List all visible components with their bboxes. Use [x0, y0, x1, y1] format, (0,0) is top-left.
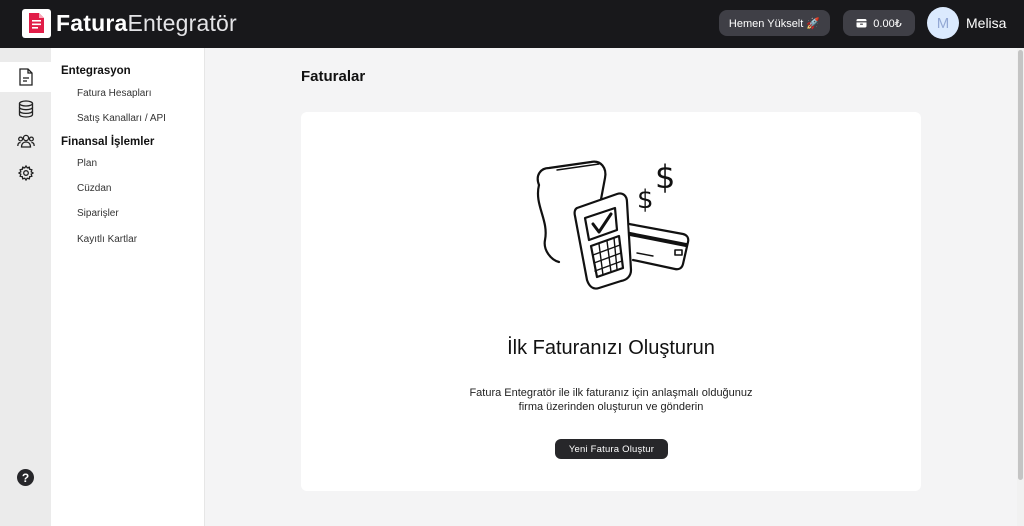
gear-icon	[17, 165, 34, 181]
empty-state-title: İlk Faturanızı Oluşturun	[507, 337, 715, 359]
rail-invoices[interactable]	[0, 62, 51, 92]
sidebar-nav: Entegrasyon Fatura Hesapları Satış Kanal…	[51, 48, 205, 526]
app-title: FaturaEntegratör	[56, 8, 237, 38]
empty-state-description: Fatura Entegratör ile ilk faturanız için…	[451, 386, 771, 414]
rail-integrations[interactable]	[0, 94, 51, 124]
create-invoice-button[interactable]: Yeni Fatura Oluştur	[555, 439, 668, 459]
avatar[interactable]: M	[927, 7, 959, 39]
empty-state-description-line-1: Fatura Entegratör ile ilk faturanız için…	[469, 387, 753, 399]
svg-text:$: $	[655, 158, 675, 196]
payment-terminal-illustration: $ $	[536, 158, 690, 290]
help-glyph: ?	[21, 470, 30, 485]
empty-state-description-line-2: firma üzerinden oluşturun ve gönderin	[518, 401, 704, 413]
wallet-balance: 0.00₺	[873, 17, 902, 30]
sidebar-item-siparisler[interactable]: Siparişler	[77, 208, 119, 219]
document-icon	[18, 68, 33, 86]
avatar-initial: M	[936, 14, 950, 32]
rail-users[interactable]	[0, 126, 51, 156]
sidebar-item-satis-kanallari[interactable]: Satış Kanalları / API	[77, 113, 166, 124]
brand-light: Entegratör	[127, 10, 237, 36]
svg-text:$: $	[637, 185, 654, 215]
page-title: Faturalar	[301, 68, 366, 85]
upgrade-button[interactable]: Hemen Yükselt 🚀	[719, 10, 830, 36]
icon-rail: ?	[0, 48, 51, 526]
scrollbar-thumb[interactable]	[1018, 50, 1023, 480]
app-logo[interactable]: FaturaEntegratör	[22, 8, 237, 38]
top-bar: FaturaEntegratör Hemen Yükselt 🚀 0.00₺ M…	[0, 0, 1024, 48]
help-icon[interactable]: ?	[17, 469, 34, 486]
sidebar-item-fatura-hesaplari[interactable]: Fatura Hesapları	[77, 88, 151, 99]
empty-state-card: $ $ İlk Faturanızı Oluşturun Fatura Ente…	[301, 112, 921, 491]
sidebar-item-plan[interactable]: Plan	[77, 158, 97, 169]
page-scrollbar[interactable]	[1017, 48, 1024, 526]
sidebar-item-kayitli-kartlar[interactable]: Kayıtlı Kartlar	[77, 234, 137, 245]
invoice-logo-icon	[22, 8, 51, 38]
wallet-icon	[856, 19, 867, 28]
rail-settings[interactable]	[0, 158, 51, 188]
upgrade-label: Hemen Yükselt 🚀	[728, 17, 821, 30]
create-invoice-label: Yeni Fatura Oluştur	[568, 443, 655, 455]
sidebar-item-cuzdan[interactable]: Cüzdan	[77, 183, 111, 194]
brand-bold: Fatura	[56, 10, 128, 36]
user-name[interactable]: Melisa	[966, 15, 1006, 31]
database-icon	[18, 100, 33, 118]
nav-group-finansal-islemler: Finansal İşlemler	[61, 136, 155, 148]
wallet-balance-button[interactable]: 0.00₺	[843, 10, 915, 36]
users-icon	[16, 134, 35, 148]
nav-group-entegrasyon: Entegrasyon	[61, 65, 131, 77]
